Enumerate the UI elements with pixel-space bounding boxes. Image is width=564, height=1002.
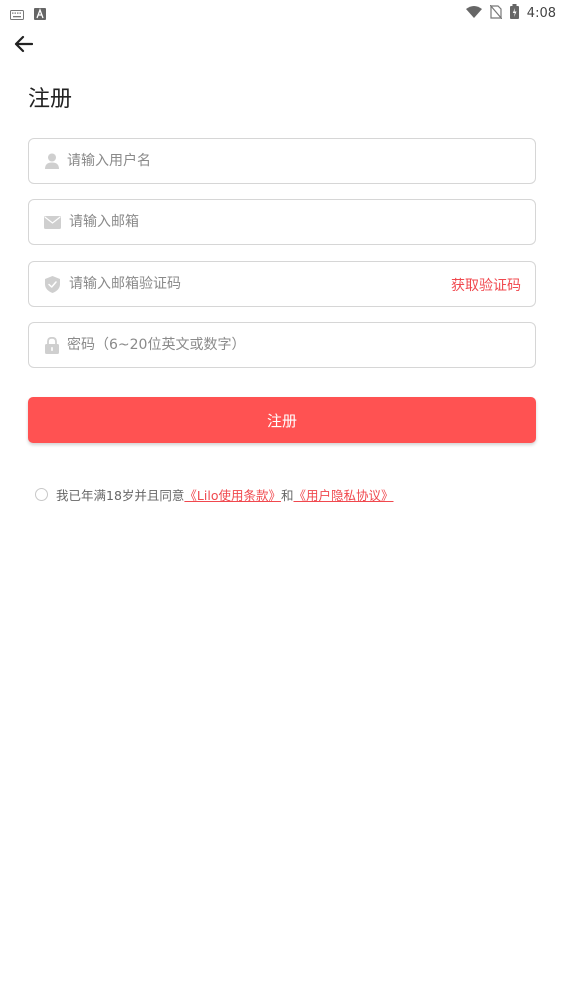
- battery-icon: [509, 4, 519, 23]
- arrow-left-icon: [13, 35, 34, 57]
- status-time: 4:08: [526, 6, 556, 21]
- terms-link[interactable]: 《Lilo使用条款》: [184, 485, 281, 504]
- lock-icon: [43, 336, 61, 354]
- mail-icon: [43, 213, 61, 231]
- user-icon: [43, 152, 61, 170]
- get-code-button[interactable]: 获取验证码: [451, 275, 521, 295]
- status-bar: 4:08: [0, 0, 564, 24]
- code-input[interactable]: [69, 262, 429, 306]
- username-field[interactable]: [28, 138, 536, 184]
- page-title: 注册: [28, 87, 73, 112]
- no-signal-icon: [489, 4, 503, 23]
- status-left: [10, 5, 46, 24]
- back-button[interactable]: [10, 33, 36, 59]
- password-field[interactable]: [28, 322, 536, 368]
- privacy-link[interactable]: 《用户隐私协议》: [293, 485, 393, 504]
- agreement-row: 我已年满18岁并且同意 《Lilo使用条款》 和 《用户隐私协议》: [35, 485, 394, 504]
- agreement-checkbox[interactable]: [35, 488, 48, 501]
- a-notification-icon: [34, 5, 46, 24]
- keyboard-icon: [10, 5, 24, 24]
- wifi-icon: [465, 4, 482, 23]
- status-right: 4:08: [465, 4, 556, 23]
- agreement-text: 我已年满18岁并且同意: [56, 488, 185, 503]
- agreement-joiner: 和: [280, 488, 294, 503]
- password-input[interactable]: [67, 323, 527, 367]
- username-input[interactable]: [67, 139, 527, 183]
- shield-icon: [43, 275, 61, 293]
- email-input[interactable]: [69, 200, 527, 244]
- register-button[interactable]: 注册: [28, 397, 536, 443]
- code-field[interactable]: 获取验证码: [28, 261, 536, 307]
- email-field[interactable]: [28, 199, 536, 245]
